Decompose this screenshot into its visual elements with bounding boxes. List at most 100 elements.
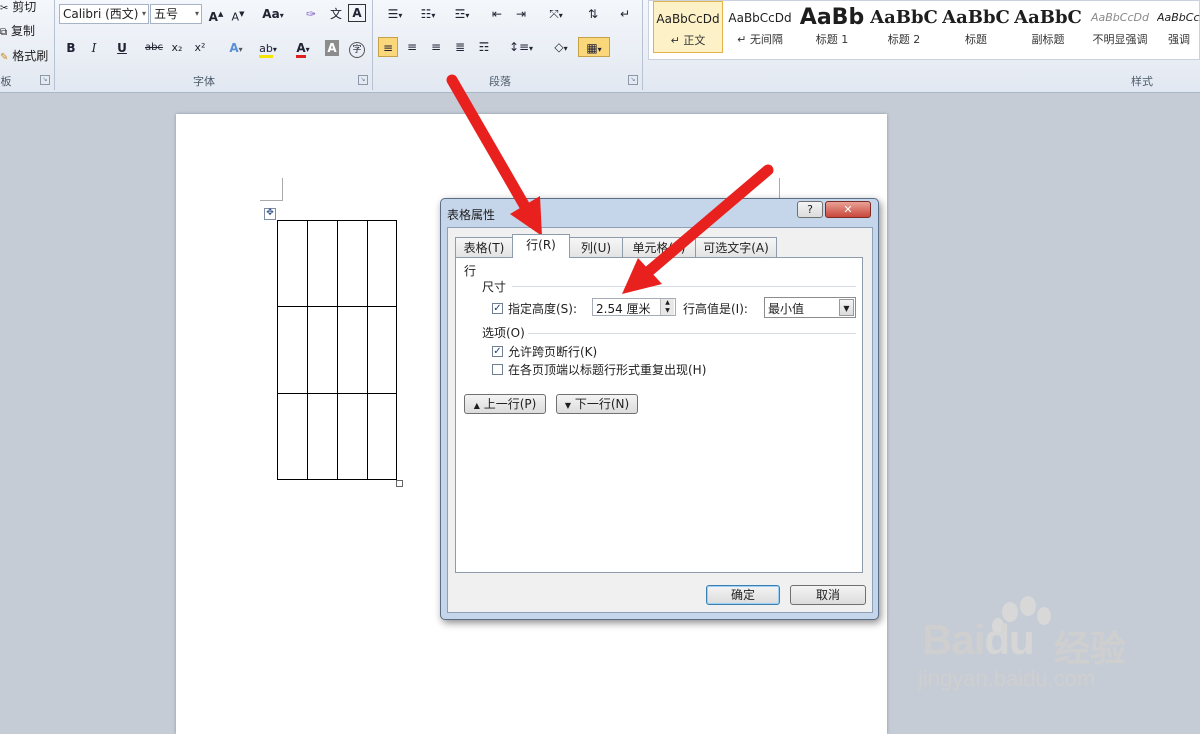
close-button[interactable]: ✕ <box>825 201 871 218</box>
repeat-header-checkbox[interactable] <box>492 364 503 375</box>
paint-bucket-icon: ◇ <box>554 40 564 54</box>
tab-column[interactable]: 列(U) <box>569 237 623 257</box>
allow-break-checkbox[interactable]: ✓ <box>492 346 503 357</box>
paragraph-launcher-icon[interactable]: ↘ <box>628 75 638 85</box>
clear-format-button[interactable]: ✑ <box>300 4 322 24</box>
table-resize-handle-icon[interactable] <box>396 480 403 487</box>
char-border-button[interactable]: A <box>348 4 366 22</box>
italic-button[interactable]: I <box>85 38 103 58</box>
cancel-button[interactable]: 取消 <box>790 585 866 605</box>
font-size-combo[interactable]: 五号 ▾ <box>150 4 202 24</box>
char-shading-button[interactable]: A <box>325 40 339 56</box>
style-title[interactable]: AaBbC 标题 <box>941 1 1011 53</box>
baidu-jingyan-watermark: Baidu 经验 jingyan.baidu.com <box>918 596 1158 696</box>
table-cell[interactable] <box>367 220 397 307</box>
phonetic-guide-button[interactable]: 文 <box>325 4 347 24</box>
numbering-button[interactable]: ☷▾ <box>413 4 443 24</box>
style-subtle-emphasis[interactable]: AaBbCcDd 不明显强调 <box>1085 1 1155 53</box>
chevron-down-icon: ▼ <box>839 299 854 316</box>
table-cell[interactable] <box>367 306 397 394</box>
align-right-button[interactable]: ≡ <box>426 37 446 57</box>
shading-button[interactable]: ◇▾ <box>546 37 576 57</box>
chinese-layout-button[interactable]: ⤧▾ <box>541 4 571 24</box>
brush-icon: ✎ <box>0 52 9 63</box>
cut-label: 剪切 <box>12 0 37 14</box>
ok-button[interactable]: 确定 <box>706 585 780 605</box>
style-name: 标题 1 <box>815 33 849 46</box>
style-no-spacing[interactable]: AaBbCcDd ↵ 无间隔 <box>725 1 795 53</box>
tab-cell[interactable]: 单元格(E) <box>622 237 696 257</box>
group-divider <box>54 0 55 90</box>
table-cell[interactable] <box>337 393 368 480</box>
justify-icon: ≣ <box>454 40 466 54</box>
font-color-button[interactable]: A▾ <box>290 38 316 58</box>
tab-row[interactable]: 行(R) <box>512 234 570 258</box>
style-normal[interactable]: AaBbCcDd ↵ 正文 <box>653 1 723 53</box>
table-cell[interactable] <box>337 306 368 394</box>
bold-button[interactable]: B <box>62 38 80 58</box>
styles-group-label: 样式 <box>1131 75 1153 88</box>
borders-button[interactable]: ▦▾ <box>578 37 610 57</box>
row-height-is-select[interactable]: 最小值 ▼ <box>764 297 856 318</box>
subscript-button[interactable]: x₂ <box>168 38 186 58</box>
style-emphasis[interactable]: AaBbCcDd 强调 <box>1157 1 1200 53</box>
table-cell[interactable] <box>277 306 308 394</box>
change-case-button[interactable]: Aa▾ <box>258 4 288 24</box>
increase-indent-button[interactable]: ⇥ <box>510 4 532 24</box>
tab-table[interactable]: 表格(T) <box>455 237 513 257</box>
copy-button[interactable]: ⧉ 复制 <box>0 22 35 38</box>
font-launcher-icon[interactable]: ↘ <box>358 75 368 85</box>
dialog-body: 表格(T) 行(R) 列(U) 单元格(E) 可选文字(A) 行 尺寸 ✓ 指定… <box>447 227 873 613</box>
clipboard-launcher-icon[interactable]: ↘ <box>40 75 50 85</box>
show-marks-button[interactable]: ↵ <box>614 4 636 24</box>
cut-button[interactable]: ✂ 剪切 <box>0 0 36 14</box>
style-heading-1[interactable]: AaBb 标题 1 <box>797 1 867 53</box>
table-cell[interactable] <box>277 220 308 307</box>
table-cell[interactable] <box>337 220 368 307</box>
font-color-icon: A <box>296 41 306 58</box>
table-cell[interactable] <box>277 393 308 480</box>
highlight-button[interactable]: ab▾ <box>254 38 282 58</box>
document-table[interactable] <box>277 220 397 480</box>
format-painter-button[interactable]: ✎ 格式刷 <box>0 47 48 63</box>
border-grid-icon: ▦ <box>586 41 598 55</box>
chinese-layout-icon: ⤧ <box>549 7 559 21</box>
style-heading-2[interactable]: AaBbC 标题 2 <box>869 1 939 53</box>
justify-button[interactable]: ≣ <box>450 37 470 57</box>
specify-height-checkbox[interactable]: ✓ <box>492 303 503 314</box>
distributed-button[interactable]: ☶ <box>474 37 494 57</box>
table-cell[interactable] <box>367 393 397 480</box>
underline-button[interactable]: U <box>110 38 134 58</box>
group-divider <box>372 0 373 90</box>
align-center-button[interactable]: ≡ <box>402 37 422 57</box>
multilevel-list-button[interactable]: ☲▾ <box>447 4 477 24</box>
superscript-button[interactable]: x² <box>191 38 209 58</box>
decrease-indent-button[interactable]: ⇤ <box>486 4 508 24</box>
spin-up-icon[interactable]: ▲ <box>660 299 674 307</box>
table-cell[interactable] <box>307 220 338 307</box>
font-name-combo[interactable]: Calibri (西文) ▾ <box>59 4 149 24</box>
grow-font-button[interactable]: A▲ <box>206 4 226 24</box>
tab-alt-text[interactable]: 可选文字(A) <box>695 237 777 257</box>
enclose-char-button[interactable]: 字 <box>347 38 367 58</box>
table-cell[interactable] <box>307 393 338 480</box>
text-effect-button[interactable]: A▾ <box>224 38 248 58</box>
sort-button[interactable]: ⇅ <box>582 4 604 24</box>
line-spacing-button[interactable]: ↕≡▾ <box>506 37 536 57</box>
align-left-button[interactable]: ≡ <box>378 37 398 57</box>
divider <box>512 286 856 287</box>
spin-down-icon[interactable]: ▼ <box>660 307 674 315</box>
height-spinner[interactable]: 2.54 厘米 ▲ ▼ <box>592 298 676 316</box>
previous-row-button[interactable]: ▲ 上一行(P) <box>464 394 546 414</box>
multilevel-list-icon: ☲ <box>454 7 466 21</box>
style-subtitle[interactable]: AaBbC 副标题 <box>1013 1 1083 53</box>
baidu-brand: Baidu <box>922 616 1035 664</box>
strikethrough-button[interactable]: abc <box>142 38 166 58</box>
next-row-button[interactable]: ▼ 下一行(N) <box>556 394 638 414</box>
help-button[interactable]: ? <box>797 201 823 218</box>
style-sample: AaBbCcDd <box>728 11 792 25</box>
table-cell[interactable] <box>307 306 338 394</box>
bullets-button[interactable]: ☰▾ <box>380 4 410 24</box>
shrink-font-button[interactable]: A▼ <box>228 4 248 24</box>
table-move-handle-icon[interactable]: ✥ <box>264 208 276 220</box>
